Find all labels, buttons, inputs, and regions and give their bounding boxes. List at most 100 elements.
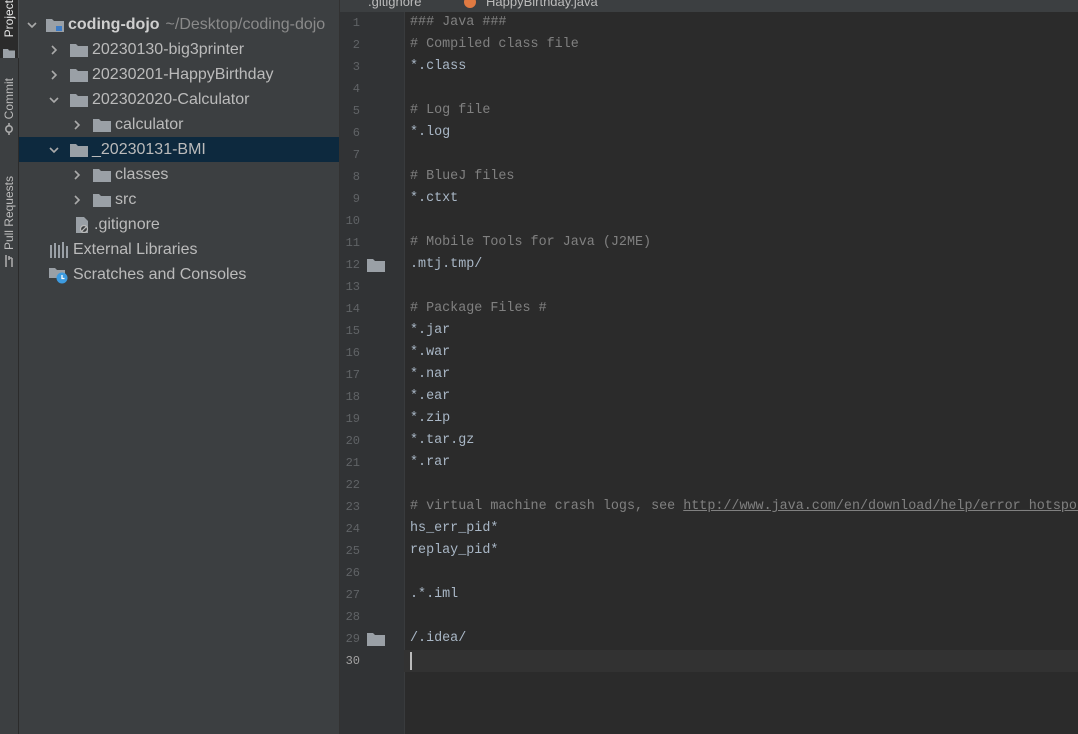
gutter: 1 2 3 4 5 6 7 8 9 10 11 12 13 14 15 16 17 18 19 20 21 22 23 24 2… xyxy=(340,12,405,734)
editor: .gitignore HappyBirthday.java 1234567891… xyxy=(340,0,1078,734)
folder-icon xyxy=(69,91,89,109)
tree-root-name: coding-dojo xyxy=(68,15,160,33)
line-number: 5 xyxy=(352,104,360,118)
code-line: *.ear xyxy=(410,386,450,408)
line-number: 19 xyxy=(345,412,360,426)
line-number: 26 xyxy=(345,566,360,580)
code-line: # BlueJ files xyxy=(410,166,514,188)
pull-request-icon xyxy=(5,255,13,268)
tree-root-path: ~/Desktop/coding-dojo xyxy=(165,15,326,33)
line-number: 24 xyxy=(345,522,360,536)
code-line: .mtj.tmp/ xyxy=(410,254,482,276)
code-line-text: /.idea/ xyxy=(410,631,467,646)
tab-pull-requests[interactable]: Pull Requests xyxy=(0,176,18,268)
code-line: *.jar xyxy=(410,320,450,342)
chevron-right-icon[interactable] xyxy=(47,43,61,57)
chevron-right-icon[interactable] xyxy=(70,118,84,132)
commit-icon xyxy=(4,123,14,136)
tree-item-happybirthday[interactable]: 20230201-HappyBirthday xyxy=(19,62,339,87)
tree-root[interactable]: coding-dojo ~/Desktop/coding-dojo xyxy=(19,12,339,37)
folder-icon xyxy=(92,166,112,184)
ignore-file-icon xyxy=(74,216,90,234)
editor-tab-label: HappyBirthday.java xyxy=(486,0,598,9)
code-line: # Compiled class file xyxy=(410,34,579,56)
code-line-text: .*.iml xyxy=(410,587,459,602)
chevron-down-icon[interactable] xyxy=(25,18,39,32)
code-link[interactable]: http://www.java.com/en/download/help/err… xyxy=(683,499,1078,514)
line-number: 16 xyxy=(345,346,360,360)
editor-tab-gitignore[interactable]: .gitignore xyxy=(340,0,435,12)
line-number: 30 xyxy=(345,654,360,668)
tree-item-label: 202302020-Calculator xyxy=(92,90,250,108)
code-line: # Log file xyxy=(410,100,490,122)
tree-item-bmi[interactable]: _20230131-BMI xyxy=(19,137,339,162)
tree-item-scratches[interactable]: Scratches and Consoles xyxy=(19,262,339,287)
line-number: 27 xyxy=(345,588,360,602)
code-line-text: *.rar xyxy=(410,455,451,470)
library-icon xyxy=(49,241,69,259)
tree-item-classes[interactable]: classes xyxy=(19,162,339,187)
code-line-text: # Compiled class file xyxy=(410,37,579,52)
code-line: .*.iml xyxy=(410,584,458,606)
tab-commit[interactable]: Commit xyxy=(0,78,18,136)
project-tab-folder-icon xyxy=(0,44,18,58)
line-number: 4 xyxy=(352,82,360,96)
folder-icon xyxy=(69,66,89,84)
tree-item-label: _20230131-BMI xyxy=(92,140,206,158)
tree-item-label: External Libraries xyxy=(73,240,198,258)
code-line-text: .mtj.tmp/ xyxy=(410,257,483,272)
line-number: 2 xyxy=(352,38,360,52)
code-line-text: *.jar xyxy=(410,323,451,338)
code-line: # Package Files # xyxy=(410,298,547,320)
code-line: *.log xyxy=(410,122,450,144)
line-number: 13 xyxy=(345,280,360,294)
tree-item-label: 20230130-big3printer xyxy=(92,40,245,58)
line-number: 15 xyxy=(345,324,360,338)
chevron-down-icon[interactable] xyxy=(47,143,61,157)
code-line: # Mobile Tools for Java (J2ME) xyxy=(410,232,651,254)
tree-item-calculator[interactable]: calculator xyxy=(19,112,339,137)
code-line: *.war xyxy=(410,342,450,364)
tree-item-src[interactable]: src xyxy=(19,187,339,212)
chevron-right-icon[interactable] xyxy=(70,193,84,207)
folder-icon xyxy=(69,141,89,159)
code-line-text: # Package Files # xyxy=(410,301,547,316)
line-number: 18 xyxy=(345,390,360,404)
tree-item-gitignore[interactable]: .gitignore xyxy=(19,212,339,237)
chevron-right-icon[interactable] xyxy=(47,68,61,82)
tool-window-strip: Project Commit Pull Requests xyxy=(0,0,19,734)
code-line: hs_err_pid* xyxy=(410,518,498,540)
code-line-text: *.war xyxy=(410,345,451,360)
chevron-right-icon[interactable] xyxy=(70,168,84,182)
chevron-down-icon[interactable] xyxy=(47,93,61,107)
tree-item-external-libraries[interactable]: External Libraries xyxy=(19,237,339,262)
code-line: *.zip xyxy=(410,408,450,430)
code-line-text: # Log file xyxy=(410,103,491,118)
tree-item-label: 20230201-HappyBirthday xyxy=(92,65,274,83)
line-number: 21 xyxy=(345,456,360,470)
code-line-text: hs_err_pid* xyxy=(410,521,499,536)
code-line: *.rar xyxy=(410,452,450,474)
code-line-text: *.zip xyxy=(410,411,451,426)
tree-item-big3printer[interactable]: 20230130-big3printer xyxy=(19,37,339,62)
code-line: replay_pid* xyxy=(410,540,498,562)
line-number: 10 xyxy=(345,214,360,228)
tab-pull-requests-label: Pull Requests xyxy=(2,176,16,251)
code-line-text: # BlueJ files xyxy=(410,169,515,184)
tree-item-label: calculator xyxy=(115,115,184,133)
code-line-text: # Mobile Tools for Java (J2ME) xyxy=(410,235,652,250)
code-line: *.ctxt xyxy=(410,188,458,210)
tree-item-calculator-module[interactable]: 202302020-Calculator xyxy=(19,87,339,112)
code-line-text: # virtual machine crash logs, see xyxy=(410,499,684,514)
line-number: 9 xyxy=(352,192,360,206)
editor-tab-happybirthday[interactable]: HappyBirthday.java xyxy=(464,0,598,12)
gutter-folder-icon[interactable] xyxy=(367,258,385,272)
project-toolbar xyxy=(19,0,339,4)
folder-icon xyxy=(92,116,112,134)
code-line: /.idea/ xyxy=(410,628,466,650)
line-number: 28 xyxy=(345,610,360,624)
line-number: 8 xyxy=(352,170,360,184)
code-line-text: ### Java ### xyxy=(410,15,507,30)
gutter-folder-icon[interactable] xyxy=(367,632,385,646)
scratches-icon xyxy=(49,266,69,284)
